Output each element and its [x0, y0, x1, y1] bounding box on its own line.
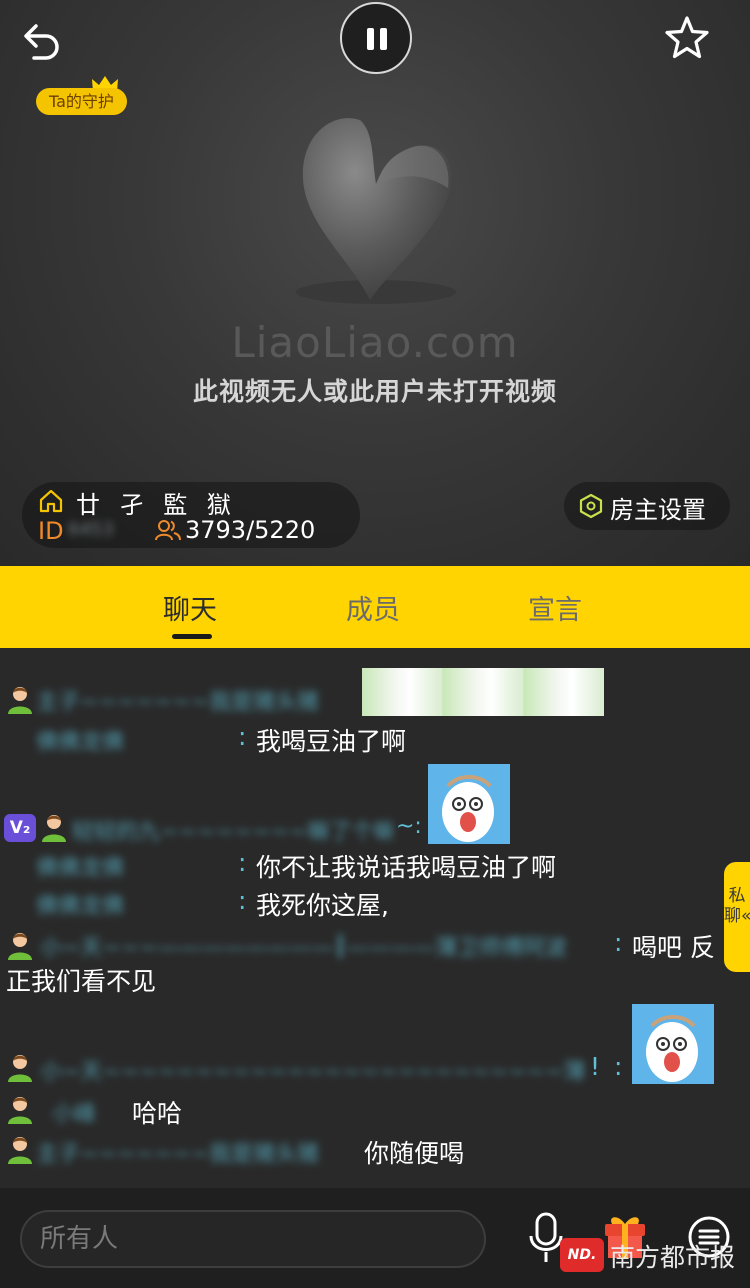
guardian-badge[interactable]: Ta的守护 [36, 88, 127, 115]
newspaper-name: 南方都市报 [610, 1243, 736, 1272]
microphone-icon[interactable] [528, 1212, 564, 1266]
host-settings-button[interactable]: 房主设置 [564, 482, 730, 530]
pause-button[interactable] [340, 2, 412, 74]
sender-name[interactable]: 佛佛龙佛 [36, 888, 146, 916]
newspaper-logo: ND. [560, 1238, 604, 1272]
video-area: Ta的守护 LiaoLiao.com 此视频无人或此用户未打开视频 廿 孑 監 … [0, 0, 750, 566]
tab-announcement[interactable]: 宣言 [528, 588, 582, 627]
message-text: 我死你这屋, [256, 891, 389, 920]
user-avatar-icon [8, 933, 32, 960]
tab-members[interactable]: 成员 [346, 588, 400, 627]
separator: : [614, 1052, 623, 1081]
sticker-image [428, 764, 510, 844]
back-icon[interactable] [16, 14, 66, 64]
home-icon [39, 489, 63, 513]
separator: : [238, 722, 247, 751]
message-text: 哈哈 [132, 1099, 183, 1128]
sender-name[interactable]: 小峰 [52, 1096, 122, 1124]
chat-list[interactable]: 主子~~~~~~~我是猪头猪 佛佛龙佛 : 我喝豆油了啊 V₂ 轻轻的九~~~~… [0, 648, 750, 1188]
online-count: 3793/5220 [185, 516, 316, 544]
no-video-message: 此视频无人或此用户未打开视频 [192, 377, 557, 406]
room-id-label: ID [38, 517, 64, 545]
room-name: 廿 孑 監 獄 [76, 491, 237, 519]
user-avatar-icon [8, 1137, 32, 1164]
tab-chat[interactable]: 聊天 [163, 588, 217, 627]
message-text: 你随便喝 [364, 1139, 465, 1168]
sticker-image [362, 668, 604, 716]
brand-watermark: LiaoLiao.com [231, 318, 519, 367]
sender-name[interactable]: 佛佛龙佛 [36, 724, 146, 752]
sender-suffix: ~: [396, 814, 422, 839]
private-chat-tab[interactable]: 私聊« [724, 862, 750, 972]
room-id-value: 6453 [68, 519, 114, 540]
sender-name[interactable]: 轻轻的九~~~~~~~~嘛了个嘛 [72, 814, 392, 842]
people-icon [155, 520, 181, 541]
sender-name[interactable]: 小~天~~~————————┃————薄卫师傅阿波 [40, 930, 602, 958]
pause-icon [367, 28, 374, 50]
favorite-star-icon[interactable] [661, 12, 713, 64]
bottom-bar: 所有人 ND. 南方都市报 [0, 1188, 750, 1288]
sticker-image [632, 1004, 714, 1084]
liaoliao-heart-logo [296, 118, 456, 304]
user-avatar-icon [8, 1097, 32, 1124]
sender-name[interactable]: 小~天~~~~~~~~~~~~~~~~~~~~~~~~~薄卫师傅阿波 [40, 1054, 586, 1082]
host-settings-label: 房主设置 [610, 496, 706, 524]
user-avatar-icon [42, 815, 66, 842]
recipient-input[interactable]: 所有人 [20, 1210, 486, 1268]
message-text-continued: 正我们看不见 [6, 967, 157, 996]
message-text: 喝吧 反 [632, 933, 715, 962]
vip-badge: V₂ [4, 814, 36, 842]
message-text: 你不让我说话我喝豆油了啊 [256, 853, 557, 882]
active-tab-indicator [172, 634, 212, 639]
user-avatar-icon [8, 687, 32, 714]
sender-name[interactable]: 佛佛龙佛 [36, 850, 146, 878]
message-text: 我喝豆油了啊 [256, 727, 407, 756]
sender-name[interactable]: 主子~~~~~~~我是猪头猪 [36, 684, 356, 712]
separator: : [238, 848, 247, 877]
tab-bar: 聊天 成员 宣言 [0, 566, 750, 648]
sender-suffix: ! [590, 1052, 601, 1081]
separator: : [238, 886, 247, 915]
sender-name[interactable]: 主子~~~~~~~我是猪头猪 [36, 1136, 354, 1164]
room-info-panel[interactable]: 廿 孑 監 獄 ID 6453 3793/5220 [22, 482, 360, 548]
settings-hex-icon [579, 493, 603, 519]
user-avatar-icon [8, 1055, 32, 1082]
separator: : [614, 928, 623, 957]
